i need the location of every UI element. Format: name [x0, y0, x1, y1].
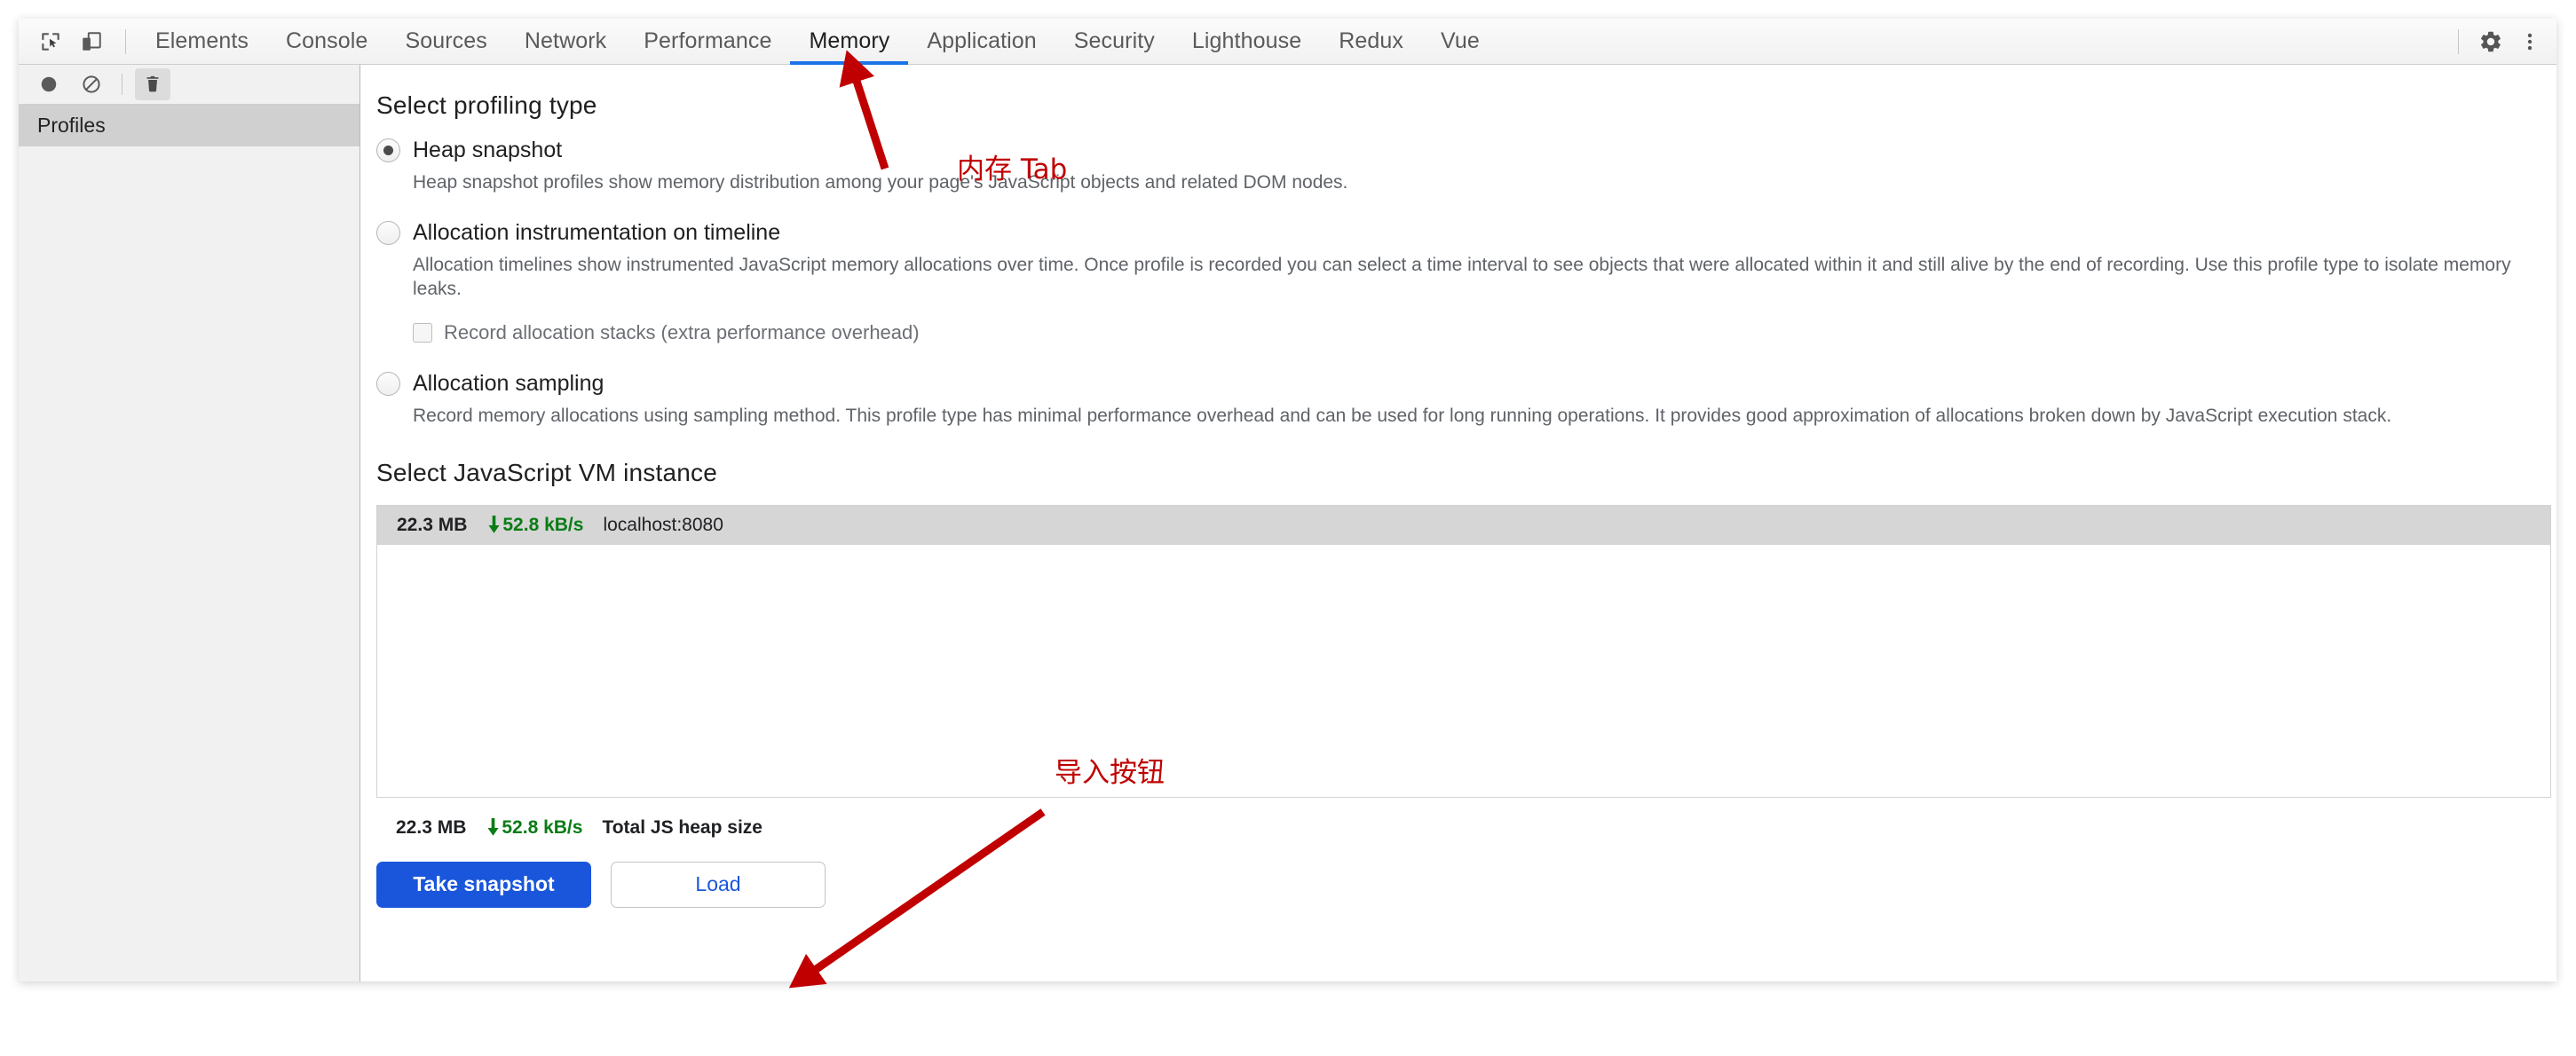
record-icon[interactable] — [31, 68, 67, 100]
vm-host: localhost:8080 — [603, 514, 723, 535]
screenshot-root: Elements Console Sources Network Perform… — [0, 0, 2576, 1056]
option-description: Heap snapshot profiles show memory distr… — [413, 172, 1348, 193]
vm-rate: 52.8 kB/s — [486, 515, 583, 536]
radio-allocation-timeline[interactable] — [376, 220, 400, 245]
option-allocation-sampling-row[interactable]: Allocation sampling — [376, 371, 2556, 397]
profiling-option-allocation-timeline: Allocation instrumentation on timeline A… — [376, 220, 2556, 344]
radio-allocation-sampling[interactable] — [376, 372, 400, 397]
option-label: Allocation sampling — [413, 371, 604, 397]
tab-label: Console — [286, 28, 368, 53]
page-title: Select profiling type — [376, 91, 597, 119]
right-divider — [2458, 28, 2459, 54]
tab-label: Sources — [405, 28, 487, 53]
vm-instance-heading: Select JavaScript VM instance — [376, 458, 717, 486]
tab-redux[interactable]: Redux — [1320, 19, 1422, 64]
load-button[interactable]: Load — [611, 861, 826, 908]
action-buttons: Take snapshot Load — [376, 861, 2556, 908]
tab-memory[interactable]: Memory — [790, 19, 909, 65]
tab-security[interactable]: Security — [1055, 19, 1173, 64]
tab-console[interactable]: Console — [267, 19, 386, 64]
clear-icon[interactable] — [74, 68, 109, 100]
devtools-tabs: Elements Console Sources Network Perform… — [137, 19, 2447, 65]
tab-label: Lighthouse — [1191, 28, 1302, 53]
tab-lighthouse[interactable]: Lighthouse — [1173, 19, 1320, 64]
devtools-tabstrip: Elements Console Sources Network Perform… — [19, 19, 2556, 65]
annotation-label-load-button: 导入按钮 — [1055, 757, 1165, 789]
tab-vue[interactable]: Vue — [1422, 19, 1498, 64]
sidebar-toolbar — [19, 65, 360, 105]
take-snapshot-button[interactable]: Take snapshot — [376, 861, 591, 908]
arrow-down-icon — [488, 516, 500, 534]
profiling-option-heap-snapshot: Heap snapshot Heap snapshot profiles sho… — [376, 138, 2556, 195]
option-description: Record memory allocations using sampling… — [413, 406, 2392, 427]
profiling-option-allocation-sampling: Allocation sampling Record memory alloca… — [376, 371, 2556, 429]
tab-performance[interactable]: Performance — [625, 19, 790, 64]
device-toolbar-icon[interactable] — [74, 24, 109, 59]
vm-heap-size: 22.3 MB — [397, 514, 468, 535]
devtools-window: Elements Console Sources Network Perform… — [19, 19, 2556, 981]
tab-sources[interactable]: Sources — [386, 19, 505, 64]
annotation-label-memory-tab: 内存 Tab — [957, 154, 1068, 185]
arrow-down-icon — [487, 818, 499, 837]
more-vertical-icon[interactable] — [2512, 24, 2548, 59]
tab-label: Application — [927, 28, 1037, 53]
total-heap-size: 22.3 MB — [396, 816, 467, 838]
tab-label: Memory — [809, 28, 890, 53]
gear-icon[interactable] — [2473, 24, 2509, 59]
total-label: Total JS heap size — [602, 816, 763, 838]
tab-label: Redux — [1339, 28, 1403, 53]
tab-application[interactable]: Application — [908, 19, 1055, 64]
option-allocation-timeline-row[interactable]: Allocation instrumentation on timeline — [376, 220, 2556, 246]
sidebar-item-profiles[interactable]: Profiles — [19, 105, 360, 146]
option-label: Heap snapshot — [413, 138, 563, 162]
option-description: Allocation timelines show instrumented J… — [413, 254, 2511, 300]
toolbar-divider — [125, 28, 126, 54]
tab-network[interactable]: Network — [506, 19, 625, 64]
total-rate-value: 52.8 kB/s — [502, 816, 583, 838]
option-heap-snapshot-row[interactable]: Heap snapshot — [376, 138, 2556, 163]
inspect-element-icon[interactable] — [33, 24, 68, 59]
checkbox-record-allocation-stacks[interactable] — [413, 323, 432, 343]
tab-label: Network — [524, 28, 607, 53]
devtools-body: Profiles Select profiling type Heap snap… — [19, 65, 2556, 981]
tab-label: Performance — [644, 28, 772, 53]
memory-sidebar: Profiles — [19, 65, 360, 981]
radio-heap-snapshot[interactable] — [376, 138, 400, 162]
tab-label: Elements — [155, 28, 249, 53]
total-rate: 52.8 kB/s — [486, 817, 582, 839]
vm-instance-list[interactable]: 22.3 MB 52.8 kB/s localhost:8080 — [376, 504, 2551, 798]
trash-icon[interactable] — [135, 68, 170, 100]
tab-label: Security — [1073, 28, 1155, 53]
devtools-tool-icons — [19, 19, 137, 64]
vm-instance-row[interactable]: 22.3 MB 52.8 kB/s localhost:8080 — [377, 505, 2550, 545]
profiles-list: Profiles — [19, 105, 360, 146]
sidebar-item-label: Profiles — [37, 114, 106, 137]
record-allocation-stacks-row[interactable]: Record allocation stacks (extra performa… — [413, 321, 2556, 344]
heap-totals: 22.3 MB 52.8 kB/s Total JS heap size — [396, 817, 2556, 839]
tab-label: Vue — [1440, 28, 1480, 53]
memory-panel: Select profiling type Heap snapshot Heap… — [360, 65, 2556, 981]
tab-elements[interactable]: Elements — [137, 19, 267, 64]
checkbox-label: Record allocation stacks (extra performa… — [444, 321, 920, 344]
devtools-right-icons — [2447, 19, 2556, 64]
option-label: Allocation instrumentation on timeline — [413, 219, 781, 245]
vm-rate-value: 52.8 kB/s — [502, 514, 584, 535]
